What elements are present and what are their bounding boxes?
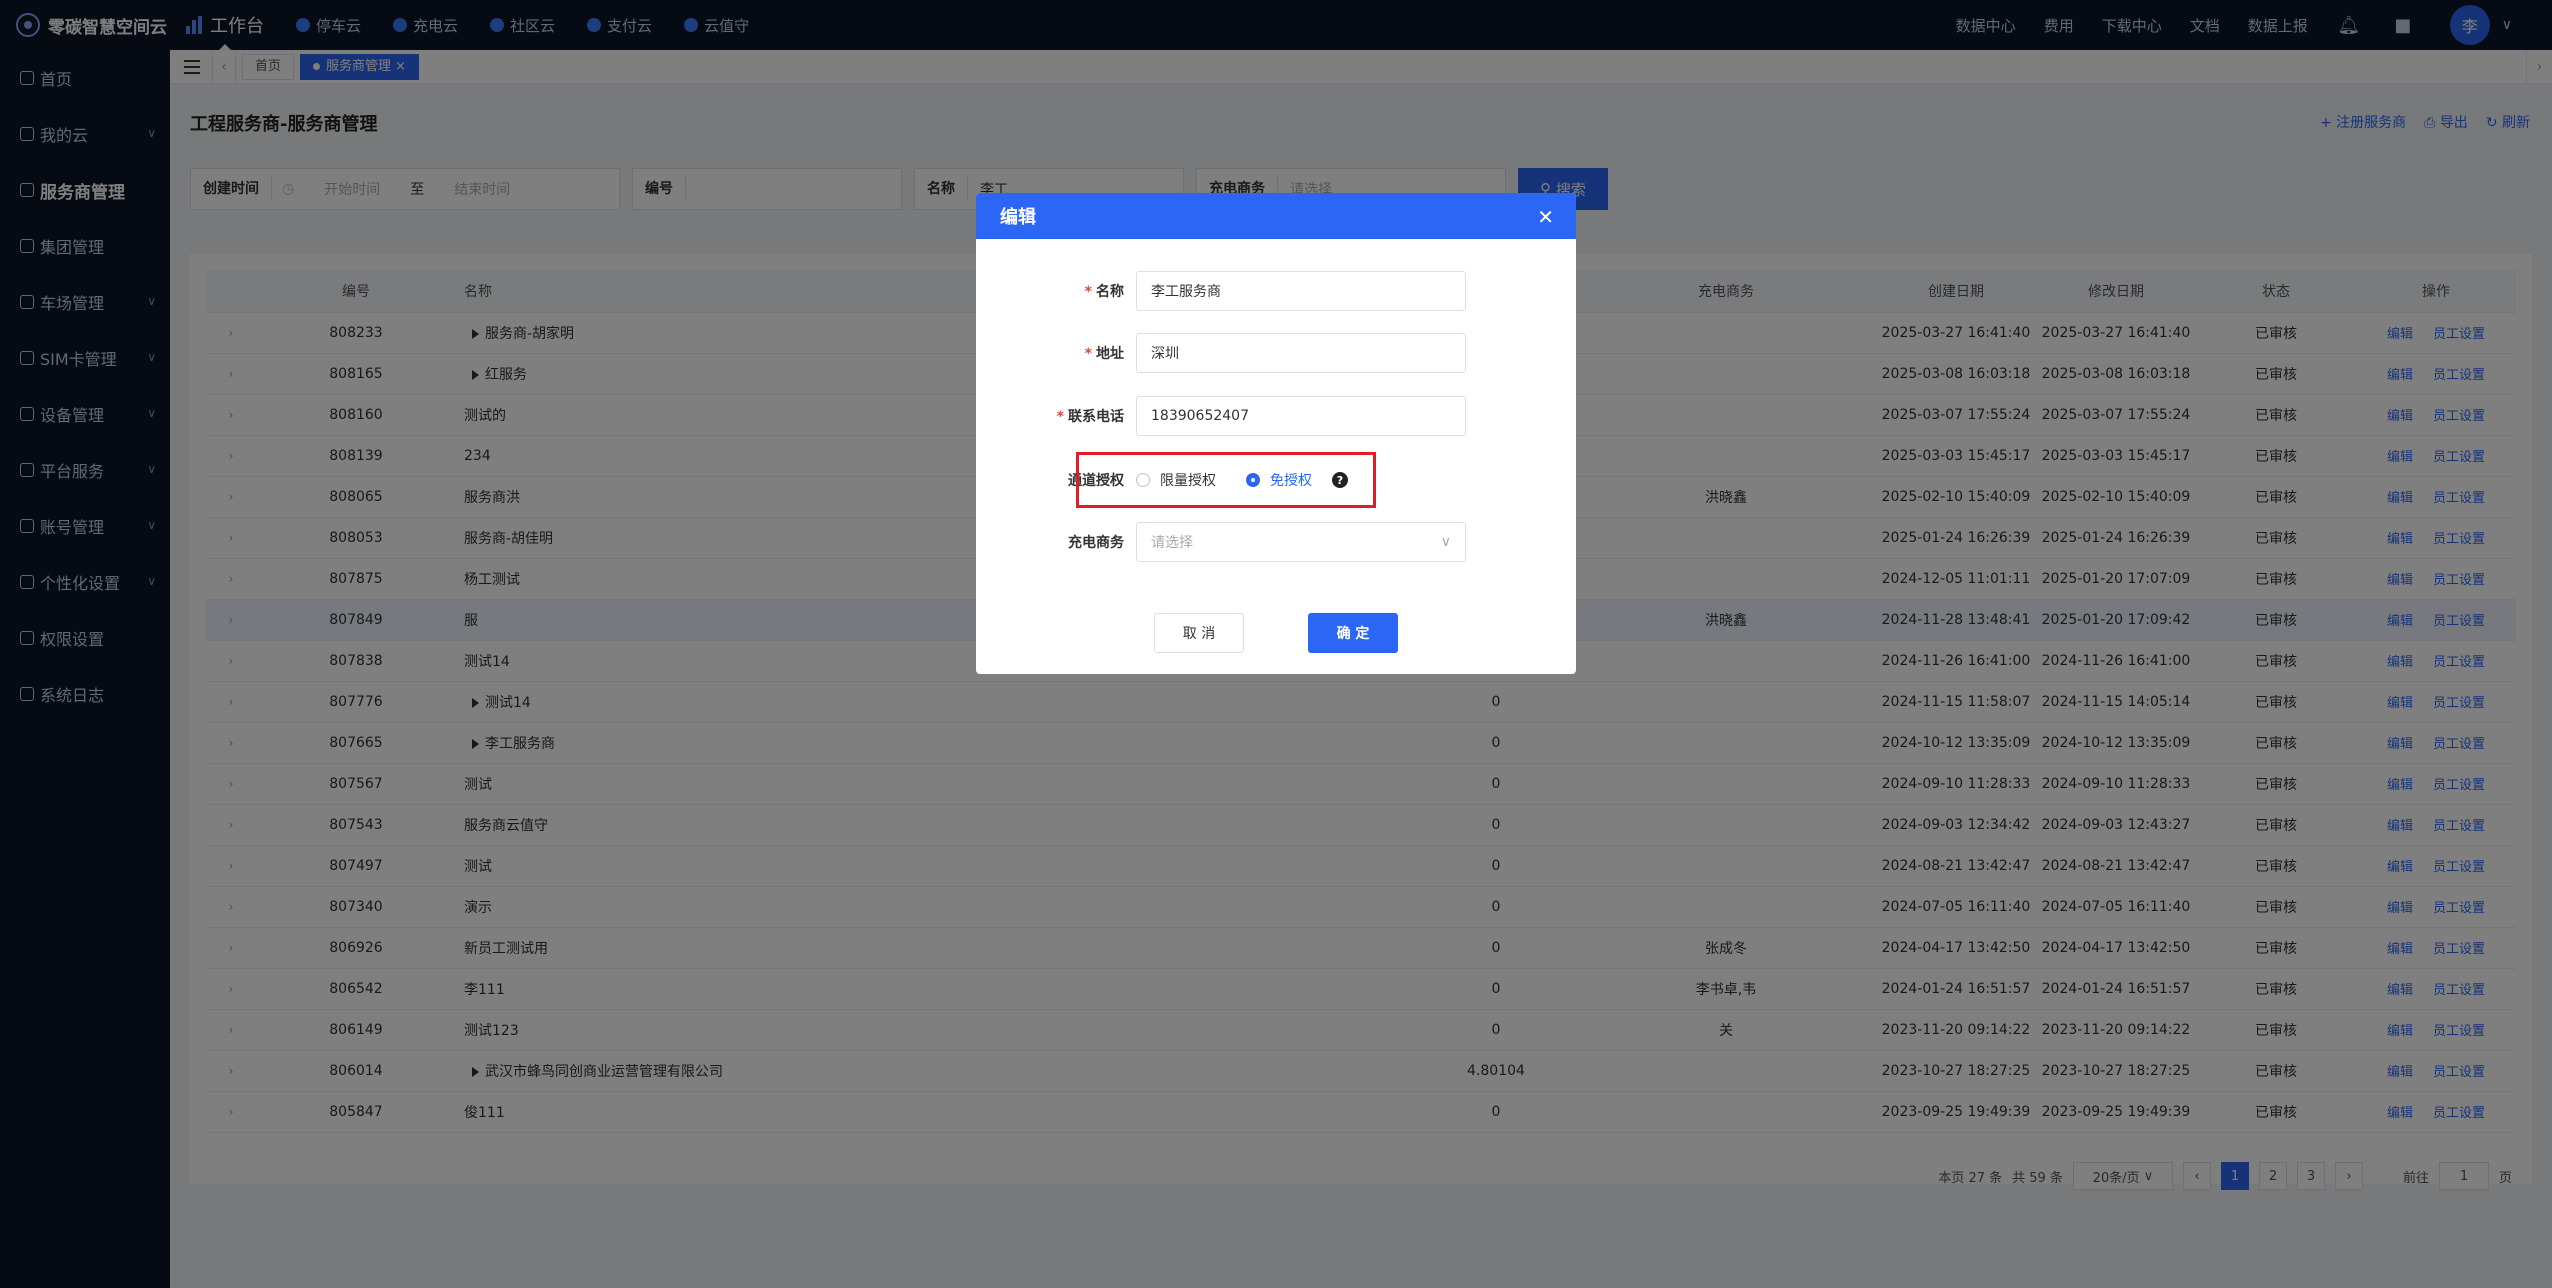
name-field[interactable]: 李工服务商 [1136,271,1466,311]
confirm-button[interactable]: 确 定 [1308,613,1398,653]
address-field-label: * 地址 [1084,346,1124,362]
phone-field-label: * 联系电话 [1056,409,1124,425]
dialog-title: 编辑 [1000,207,1036,228]
highlight-box [1076,452,1376,508]
edit-dialog: 编辑 ✕ * 名称 李工服务商 * 地址 深圳 * 联系电话 18390652407 … [976,193,1576,674]
chevron-down-icon: ∨ [1440,534,1451,550]
form-row-address: * 地址 深圳 [976,333,1576,373]
dialog-header: 编辑 ✕ [976,193,1576,239]
form-row-charge: 充电商务 请选择 ∨ [976,522,1576,562]
charge-field-label: 充电商务 [1068,535,1124,551]
address-field[interactable]: 深圳 [1136,333,1466,373]
form-row-phone: * 联系电话 18390652407 [976,396,1576,436]
charge-select-field[interactable]: 请选择 ∨ [1136,522,1466,562]
cancel-button[interactable]: 取 消 [1154,613,1244,653]
phone-field[interactable]: 18390652407 [1136,396,1466,436]
form-row-name: * 名称 李工服务商 [976,271,1576,311]
name-field-label: * 名称 [1084,284,1124,300]
close-icon[interactable]: ✕ [1537,205,1554,229]
